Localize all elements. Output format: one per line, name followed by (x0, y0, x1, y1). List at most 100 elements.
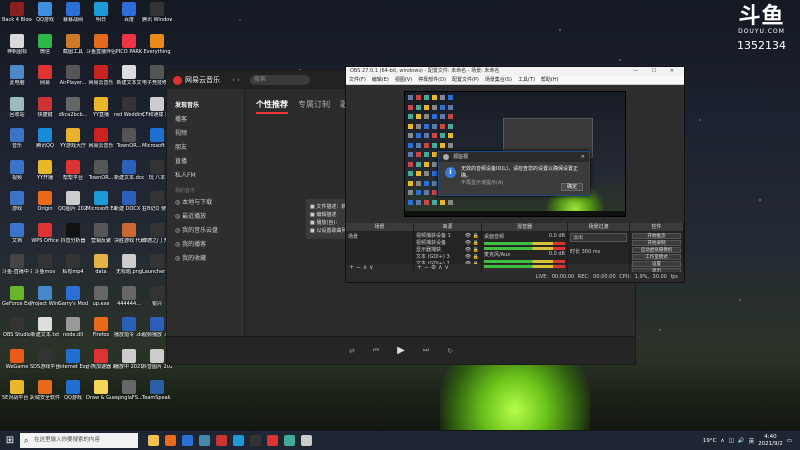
desktop-icon[interactable]: Garry's Mod (58, 285, 88, 307)
desktop-icon[interactable]: AirPlayer... (58, 65, 88, 86)
sidebar-item-my-podcast[interactable]: ◎ 我的播客 (167, 238, 244, 252)
windows-start-icon[interactable]: ⊞ (0, 431, 20, 450)
desktop-icon[interactable]: 截图工具 (58, 33, 88, 55)
taskbar-app-icon[interactable] (148, 435, 159, 446)
desktop-icon[interactable]: 百度 (114, 2, 144, 23)
sidebar-item-local[interactable]: ◎ 本地与下载 (167, 196, 244, 210)
visibility-lock-icon[interactable]: 👁 🔒 (465, 240, 479, 247)
sidebar-item-live[interactable]: 直播 (167, 155, 244, 169)
desktop-icon[interactable]: 火绒安全软件 (30, 380, 60, 401)
volume-meter[interactable] (484, 260, 565, 263)
desktop-icon[interactable]: 网易云音乐 (86, 65, 116, 86)
desktop-icon[interactable]: OBS Studio (2, 317, 32, 338)
desktop-icon[interactable]: TownOR... (86, 159, 116, 181)
desktop-icon[interactable]: WeGame (2, 348, 32, 370)
taskbar-app-icon[interactable] (216, 435, 227, 446)
next-icon[interactable]: ⏭ (423, 346, 429, 355)
window-controls[interactable]: — ☐ ✕ (633, 67, 684, 76)
desktop-icon[interactable]: up.exe (86, 285, 116, 307)
desktop-icon[interactable]: Project Winter (30, 285, 60, 307)
desktop-icon[interactable]: 音乐 (2, 128, 32, 149)
prev-icon[interactable]: ⏮ (373, 346, 379, 355)
taskbar-app-icon[interactable] (182, 435, 193, 446)
desktop-icon[interactable]: 营销反聚 (86, 222, 116, 244)
taskbar-app-icon[interactable] (267, 435, 278, 446)
desktop-icon[interactable]: YY游戏大厅 (58, 128, 88, 149)
desktop-icon[interactable]: 播放中 20210... (114, 348, 144, 370)
tab-custom[interactable]: 专属订制 (298, 99, 330, 114)
visibility-lock-icon[interactable]: 👁 🔒 (465, 254, 479, 261)
desktop-icon[interactable]: 回收站 (2, 96, 32, 118)
desktop-icon[interactable]: 斗鱼直播伴侣 (86, 33, 116, 55)
source-item[interactable]: 视频捕获设备 👁 🔒 (416, 240, 479, 247)
obs-control-button[interactable]: 设置 (632, 261, 681, 267)
desktop-icon[interactable]: QQ图片 20210... (58, 191, 88, 212)
sidebar-item-cloud[interactable]: ◎ 我的音乐云盘 (167, 224, 244, 238)
ok-button[interactable]: 确定 (561, 183, 583, 191)
desktop-icon[interactable]: 播放指令 .doc (114, 317, 144, 338)
tray-overflow-icon[interactable]: ∧ (720, 438, 724, 444)
desktop-icon[interactable]: YY开播 (30, 159, 60, 181)
sidebar-item-fm[interactable]: 私人FM (167, 169, 244, 183)
desktop-icon[interactable]: Firefox (86, 317, 116, 338)
obs-control-button[interactable]: 启动虚拟摄像机 (632, 247, 681, 253)
desktop-icon[interactable]: 网易云音乐 (86, 128, 116, 149)
desktop-icon[interactable]: 新建 DOCX 文档.docx (114, 191, 144, 212)
desktop-icon[interactable]: 微信 (30, 33, 60, 55)
desktop-icon[interactable]: Draw & Guess (86, 380, 116, 401)
obs-menu-item[interactable]: 工具(T) (518, 76, 535, 84)
source-item[interactable]: 文本 (GDI+) 3 👁 🔒 (416, 254, 479, 261)
desktop-icon[interactable]: GeForce Experience (2, 285, 32, 307)
desktop-icon[interactable]: Everything (142, 33, 172, 55)
volume-meter[interactable] (484, 265, 565, 268)
desktop-icon[interactable]: 此电脑 (2, 65, 32, 86)
desktop-icon[interactable]: node.dll (58, 317, 88, 338)
transition-select[interactable]: 淡出 (570, 233, 627, 242)
desktop-icon[interactable]: Origin (30, 191, 60, 212)
obs-titlebar[interactable]: OBS 27.0.1 (64-bit, windows) - 配置文件: 未命名… (346, 67, 684, 76)
source-item[interactable]: 显示器捕获 👁 🔒 (416, 247, 479, 254)
sidebar-item-podcast[interactable]: 播客 (167, 113, 244, 127)
nav-arrows-icon[interactable]: ‹ › (232, 76, 240, 84)
visibility-lock-icon[interactable]: 👁 🔒 (465, 247, 479, 254)
obs-warning-dialog[interactable]: 源监视 ✕ i 无效的音频设备ID(L)，请检查您的设置以确保设置正确。 不再显… (438, 151, 590, 196)
sidebar-item-discover[interactable]: 发现音乐 (167, 99, 244, 113)
desktop-icon[interactable]: 444444... (114, 285, 144, 307)
desktop-icon[interactable]: dlica2bcb... (58, 96, 88, 118)
volume-meter[interactable] (484, 247, 565, 250)
desktop-icon[interactable]: QQ游戏 (30, 2, 60, 23)
volume-meter[interactable] (484, 242, 565, 245)
scene-item[interactable]: 场景 (348, 233, 411, 240)
desktop-icon[interactable]: 新建文本.doc (114, 159, 144, 181)
taskbar-app-icon[interactable] (301, 435, 312, 446)
weather-text[interactable]: 19°C (703, 438, 717, 444)
desktop-icon[interactable]: 小熊加速器 助手 (86, 348, 116, 370)
taskbar-app-icon[interactable] (233, 435, 244, 446)
sources-toolbar[interactable]: + − ⚙ ∧ ∨ (414, 264, 481, 272)
sidebar-item-friends[interactable]: 朋友 (167, 141, 244, 155)
desktop-icon[interactable]: red Wedding... (114, 96, 144, 118)
desktop-icon[interactable]: PICO PARK (114, 33, 144, 55)
ime-indicator[interactable]: 英 (749, 437, 755, 445)
desktop-icon[interactable]: YY直播 (86, 96, 116, 118)
desktop-icon[interactable]: 斗鱼mov (30, 254, 60, 275)
desktop-icon[interactable]: 网易 (30, 65, 60, 86)
taskbar-app-icon[interactable] (284, 435, 295, 446)
desktop-icon[interactable]: spnglaFS... (114, 380, 144, 401)
desktop-icon[interactable]: WPS Office (30, 222, 60, 244)
volume-icon[interactable]: 🔊 (738, 438, 745, 444)
desktop-icon[interactable]: 暴暴战网 (58, 2, 88, 23)
obs-menu-item[interactable]: 场景集合(S) (485, 76, 512, 84)
source-item[interactable]: 视频捕获设备 1 👁 🔒 (416, 233, 479, 240)
desktop-icon[interactable]: Internet Explorer (58, 348, 88, 370)
taskbar-app-icon[interactable] (250, 435, 261, 446)
desktop-icon[interactable]: 抖音分析器 (58, 222, 88, 244)
taskbar-search-input[interactable]: 在这里输入你要搜索的内容 (20, 433, 138, 448)
play-icon[interactable]: ▶ (397, 345, 405, 356)
desktop-icon[interactable]: QQ游戏 (58, 380, 88, 401)
obs-control-button[interactable]: 开始推流 (632, 233, 681, 239)
desktop-icon[interactable]: 新建文本.txt (30, 317, 60, 338)
shuffle-icon[interactable]: ⇄ (349, 347, 355, 355)
desktop-icon[interactable]: SDS游戏平台 (30, 348, 60, 370)
desktop-icon[interactable]: 明日 (86, 2, 116, 23)
